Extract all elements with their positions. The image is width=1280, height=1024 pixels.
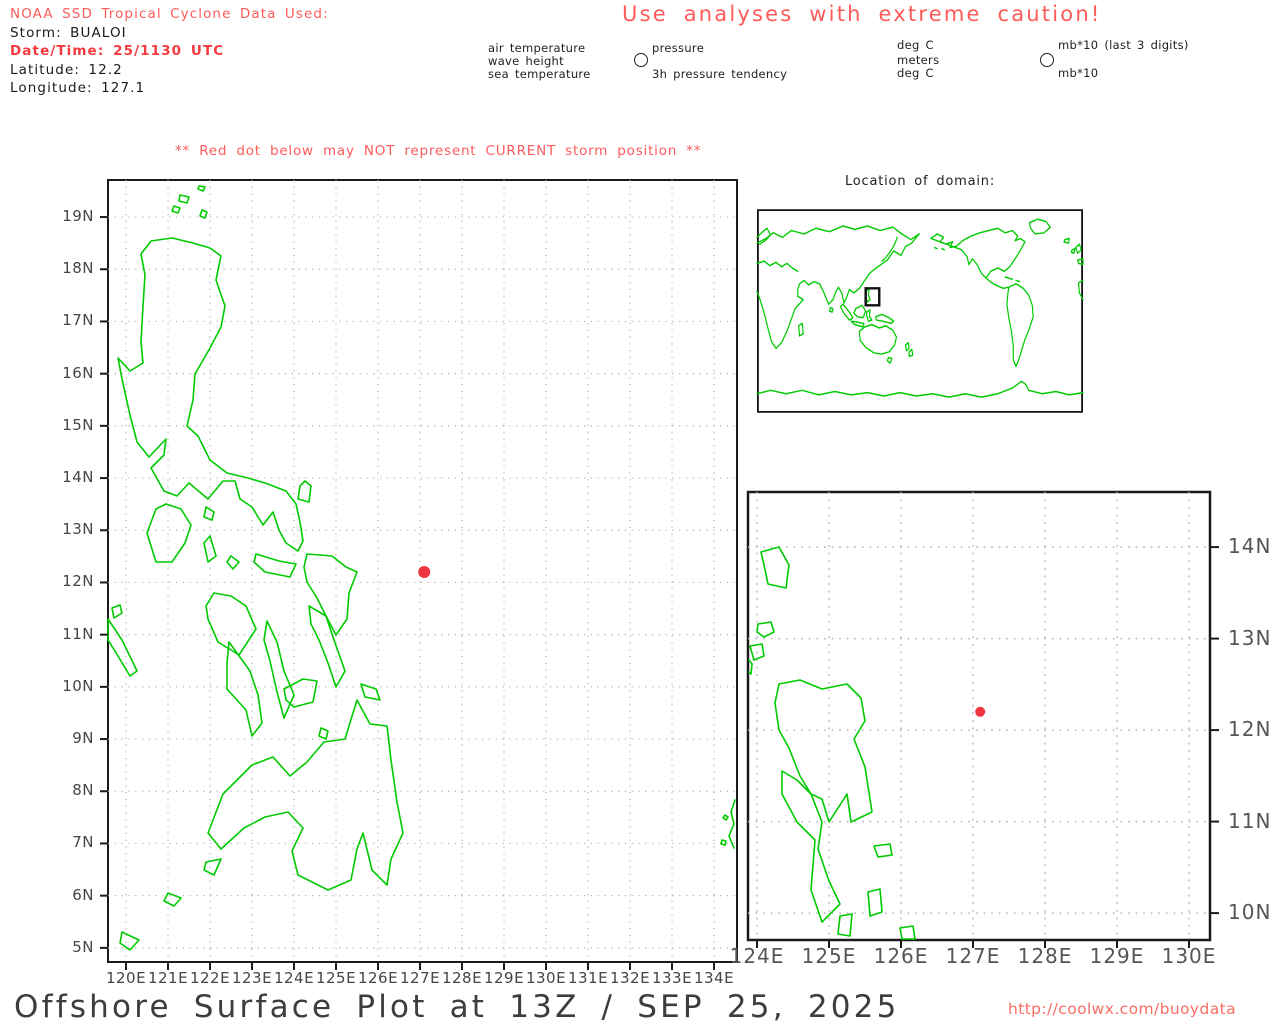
lat-tick-label: 13N [62, 520, 94, 539]
lat-tick-label: 12N [1228, 717, 1272, 742]
legend-mb10-digits-label: mb*10 (last 3 digits) [1058, 38, 1189, 52]
station-circle-icon [1040, 53, 1054, 67]
caution-banner: Use analyses with extreme caution! [622, 2, 1102, 26]
storm-info-block: NOAA SSD Tropical Cyclone Data Used: Sto… [10, 5, 329, 98]
lon-tick-label: 126E [873, 944, 929, 968]
legend-mb10-label: mb*10 [1058, 66, 1099, 80]
legend-degc-bottom-label: deg C [897, 66, 934, 80]
lat-tick-label: 18N [62, 259, 94, 278]
storm-position-warning: ** Red dot below may NOT represent CURRE… [175, 143, 702, 159]
source-url: http://coolwx.com/buoydata [1008, 1000, 1237, 1018]
storm-datetime-line: Date/Time: 25/1130 UTC [10, 43, 225, 59]
lat-tick-label: 17N [62, 311, 94, 330]
lat-tick-label: 16N [62, 363, 94, 382]
domain-locator-world-map [756, 209, 1084, 413]
lon-tick-label: 125E [801, 944, 857, 968]
buoy-plot-page: NOAA SSD Tropical Cyclone Data Used: Sto… [0, 0, 1280, 1024]
lat-tick-label: 19N [62, 207, 94, 226]
storm-position-dot [975, 706, 986, 717]
station-circle-icon [634, 53, 648, 67]
lat-tick-label: 11N [62, 624, 94, 643]
lat-tick-label: 10N [1228, 900, 1272, 925]
lon-tick-label: 127E [945, 944, 1001, 968]
lat-tick-label: 14N [1228, 534, 1272, 559]
lat-tick-label: 9N [72, 729, 94, 748]
lat-tick-label: 10N [62, 676, 94, 695]
lon-tick-label: 129E [1089, 944, 1145, 968]
lon-tick-label: 130E [1161, 944, 1217, 968]
lat-tick-label: 14N [62, 468, 94, 487]
legend-wave-height-label: wave height [488, 54, 564, 68]
storm-name-line: Storm: BUALOI [10, 24, 127, 41]
legend-degc-top-label: deg C [897, 38, 934, 52]
lat-tick-label: 13N [1228, 625, 1272, 650]
zoom-surface-map [746, 490, 1219, 948]
legend-sea-temperature-label: sea temperature [488, 67, 591, 81]
legend-meters-label: meters [897, 53, 940, 67]
inset-title: Location of domain: [844, 174, 996, 189]
lat-tick-label: 6N [72, 885, 94, 904]
lat-tick-label: 12N [62, 572, 94, 591]
main-surface-map [100, 179, 738, 970]
plot-title: Offshore Surface Plot at 13Z / SEP 25, 2… [14, 989, 900, 1024]
storm-latitude-line: Latitude: 12.2 [10, 61, 123, 78]
inset-frame [758, 210, 1082, 412]
legend-pressure-label: pressure [652, 41, 705, 55]
lon-tick-label: 124E [729, 944, 785, 968]
lat-tick-label: 5N [72, 937, 94, 956]
legend-pressure-tendency-label: 3h pressure tendency [652, 67, 788, 81]
lat-tick-label: 15N [62, 415, 94, 434]
lat-tick-label: 7N [72, 833, 94, 852]
lat-tick-label: 8N [72, 781, 94, 800]
lat-tick-label: 11N [1228, 808, 1272, 833]
storm-longitude-line: Longitude: 127.1 [10, 80, 146, 96]
storm-position-dot [418, 566, 431, 579]
legend-air-temperature-label: air temperature [488, 41, 586, 55]
lon-tick-label: 134E [693, 969, 735, 987]
lon-tick-label: 128E [1017, 944, 1073, 968]
data-source-line: NOAA SSD Tropical Cyclone Data Used: [10, 6, 329, 22]
